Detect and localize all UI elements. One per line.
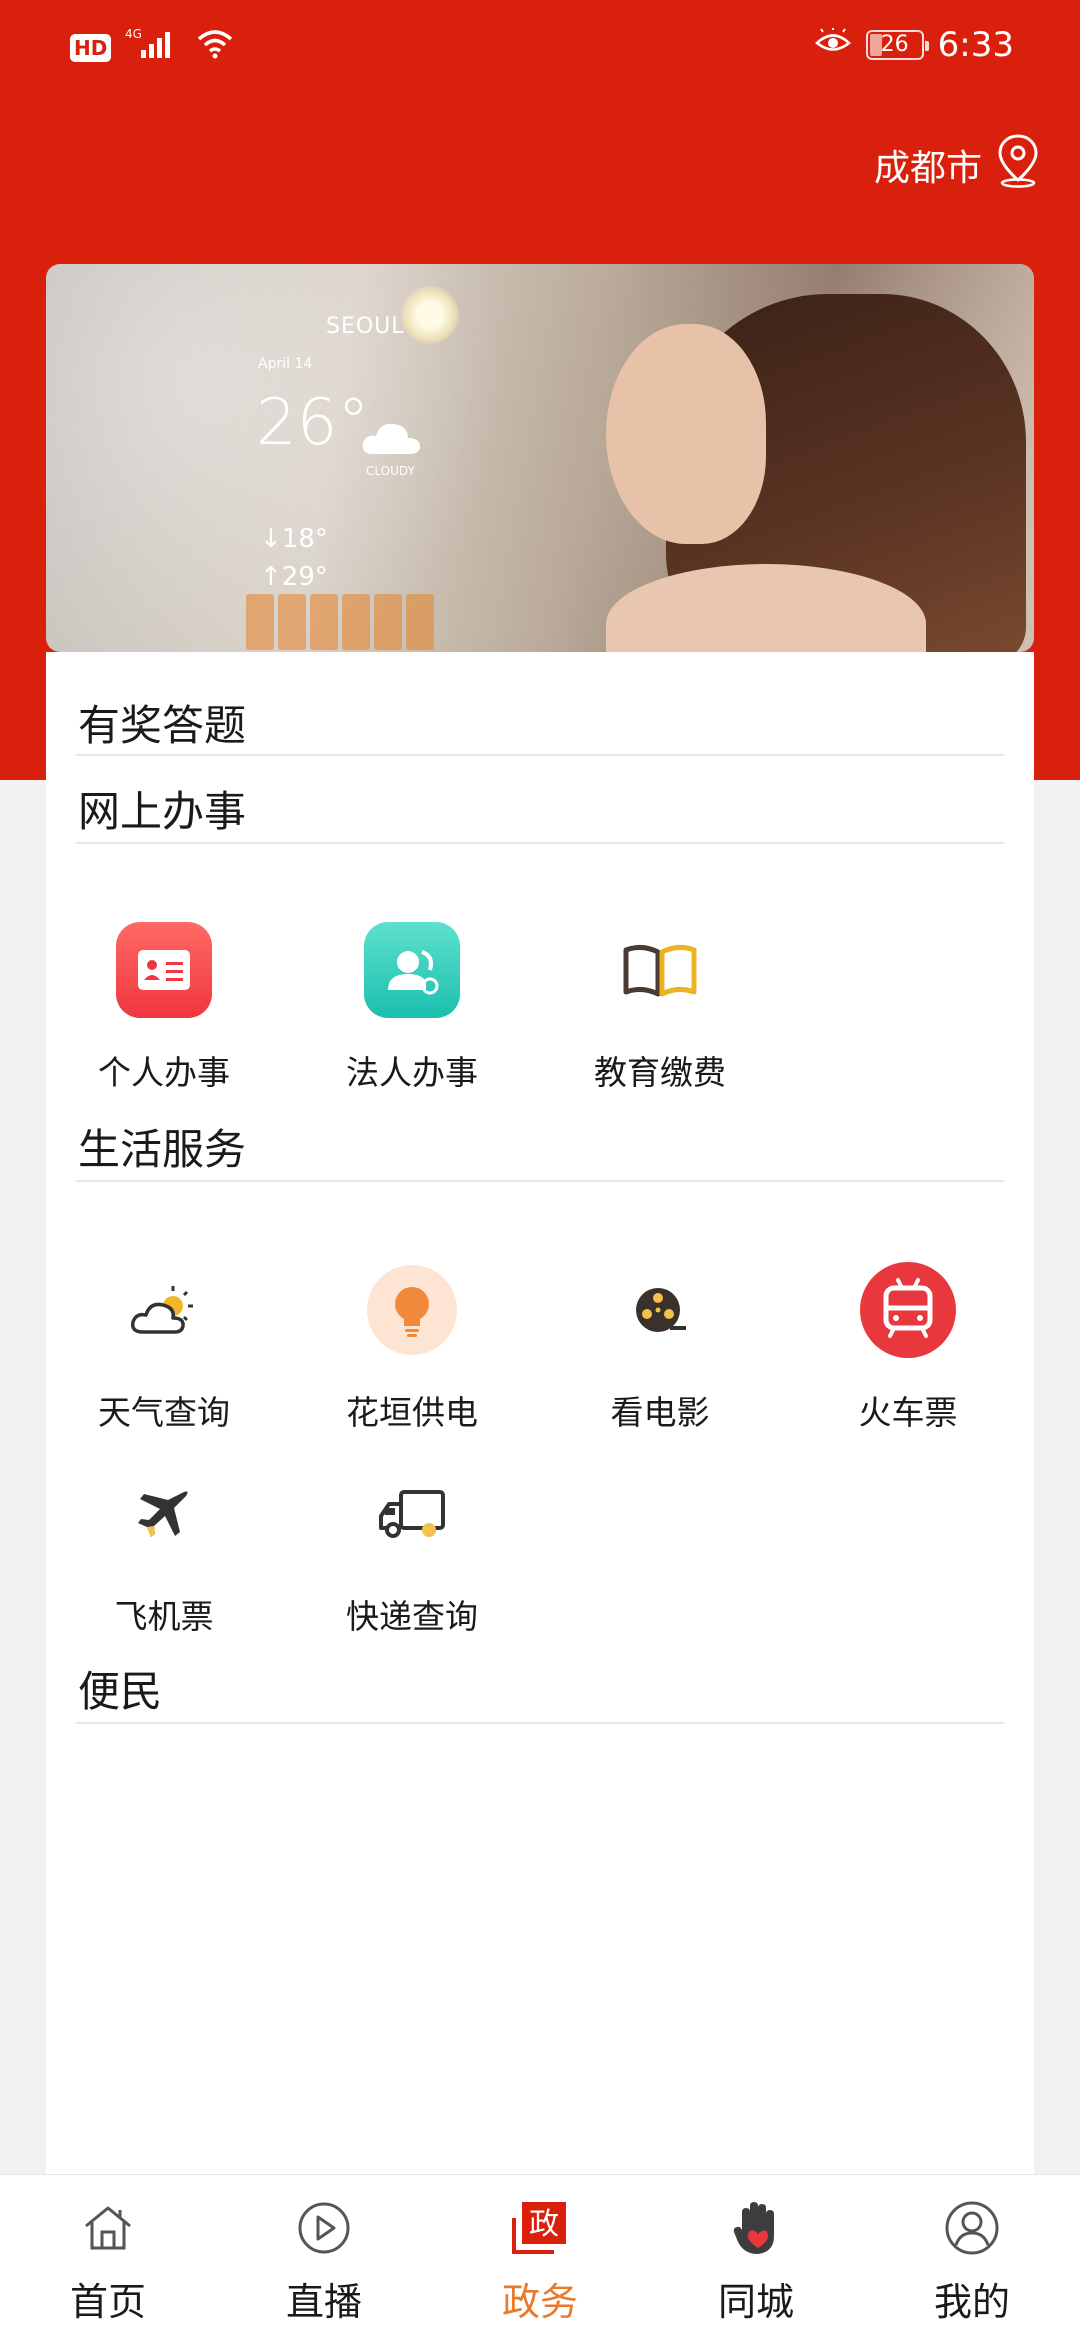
nav-government[interactable]: 政 政务 (432, 2175, 648, 2340)
banner-photo-face (606, 324, 766, 544)
life-item-express[interactable]: 快递查询 (312, 1466, 512, 1638)
life-item-movie[interactable]: 看电影 (560, 1262, 760, 1434)
svg-text:政: 政 (529, 2207, 559, 2242)
nav-local[interactable]: 同城 (648, 2175, 864, 2340)
section-title-life: 生活服务 (78, 1125, 247, 1174)
services-card: 有奖答题 网上办事 个人办事 法人办事 教育缴费 生活服务 天气查询 花垣供电 … (46, 652, 1034, 2174)
divider (76, 1180, 1004, 1182)
online-item-personal[interactable]: 个人办事 (64, 922, 264, 1094)
nav-live[interactable]: 直播 (216, 2175, 432, 2340)
divider (76, 754, 1004, 756)
location-selector[interactable]: 成都市 (874, 132, 1040, 197)
promo-banner[interactable]: SEOUL April 14 26° CLOUDY ↓18° ↑29° (46, 264, 1034, 652)
train-icon (860, 1262, 956, 1358)
online-item-corporate[interactable]: 法人办事 (312, 922, 512, 1094)
divider (76, 842, 1004, 844)
divider (76, 1722, 1004, 1724)
hand-heart-icon (648, 2195, 864, 2261)
id-card-icon (116, 922, 212, 1018)
home-icon (0, 2195, 216, 2261)
bottom-navigation: 首页 直播 政 政务 同城 我的 (0, 2174, 1080, 2340)
life-item-flight[interactable]: 飞机票 (64, 1466, 264, 1638)
cloud-icon (362, 423, 421, 454)
section-title-online: 网上办事 (78, 787, 247, 836)
lightbulb-icon (364, 1262, 460, 1358)
nav-profile[interactable]: 我的 (864, 2175, 1080, 2340)
film-reel-icon (612, 1262, 708, 1358)
status-bar: HD 4G 26 6:33 (0, 0, 1080, 92)
life-item-weather[interactable]: 天气查询 (64, 1262, 264, 1434)
section-title-quiz[interactable]: 有奖答题 (78, 692, 246, 753)
city-label: 成都市 (873, 147, 982, 189)
wifi-icon (195, 27, 235, 68)
eye-comfort-icon (814, 24, 852, 65)
government-icon: 政 (432, 2195, 648, 2261)
signal-icon: 4G (125, 26, 181, 69)
location-pin-icon (996, 132, 1040, 197)
person-badge-icon (364, 922, 460, 1018)
airplane-icon (116, 1466, 212, 1562)
play-icon (216, 2195, 432, 2261)
battery-indicator: 26 (865, 29, 929, 60)
weather-icon (116, 1262, 212, 1358)
banner-weather-widget: SEOUL April 14 26° CLOUDY ↓18° ↑29° (246, 294, 436, 650)
nav-home[interactable]: 首页 (0, 2175, 216, 2340)
clock: 6:33 (937, 24, 1014, 65)
section-title-convenience: 便民 (78, 1667, 163, 1716)
delivery-truck-icon (364, 1466, 460, 1562)
hd-badge: HD (70, 33, 112, 62)
life-item-train[interactable]: 火车票 (808, 1262, 1008, 1434)
life-item-electricity[interactable]: 花垣供电 (312, 1262, 512, 1434)
profile-icon (864, 2195, 1080, 2261)
online-item-education-fee[interactable]: 教育缴费 (560, 922, 760, 1094)
svg-text:4G: 4G (125, 27, 142, 41)
book-icon (612, 922, 708, 1018)
